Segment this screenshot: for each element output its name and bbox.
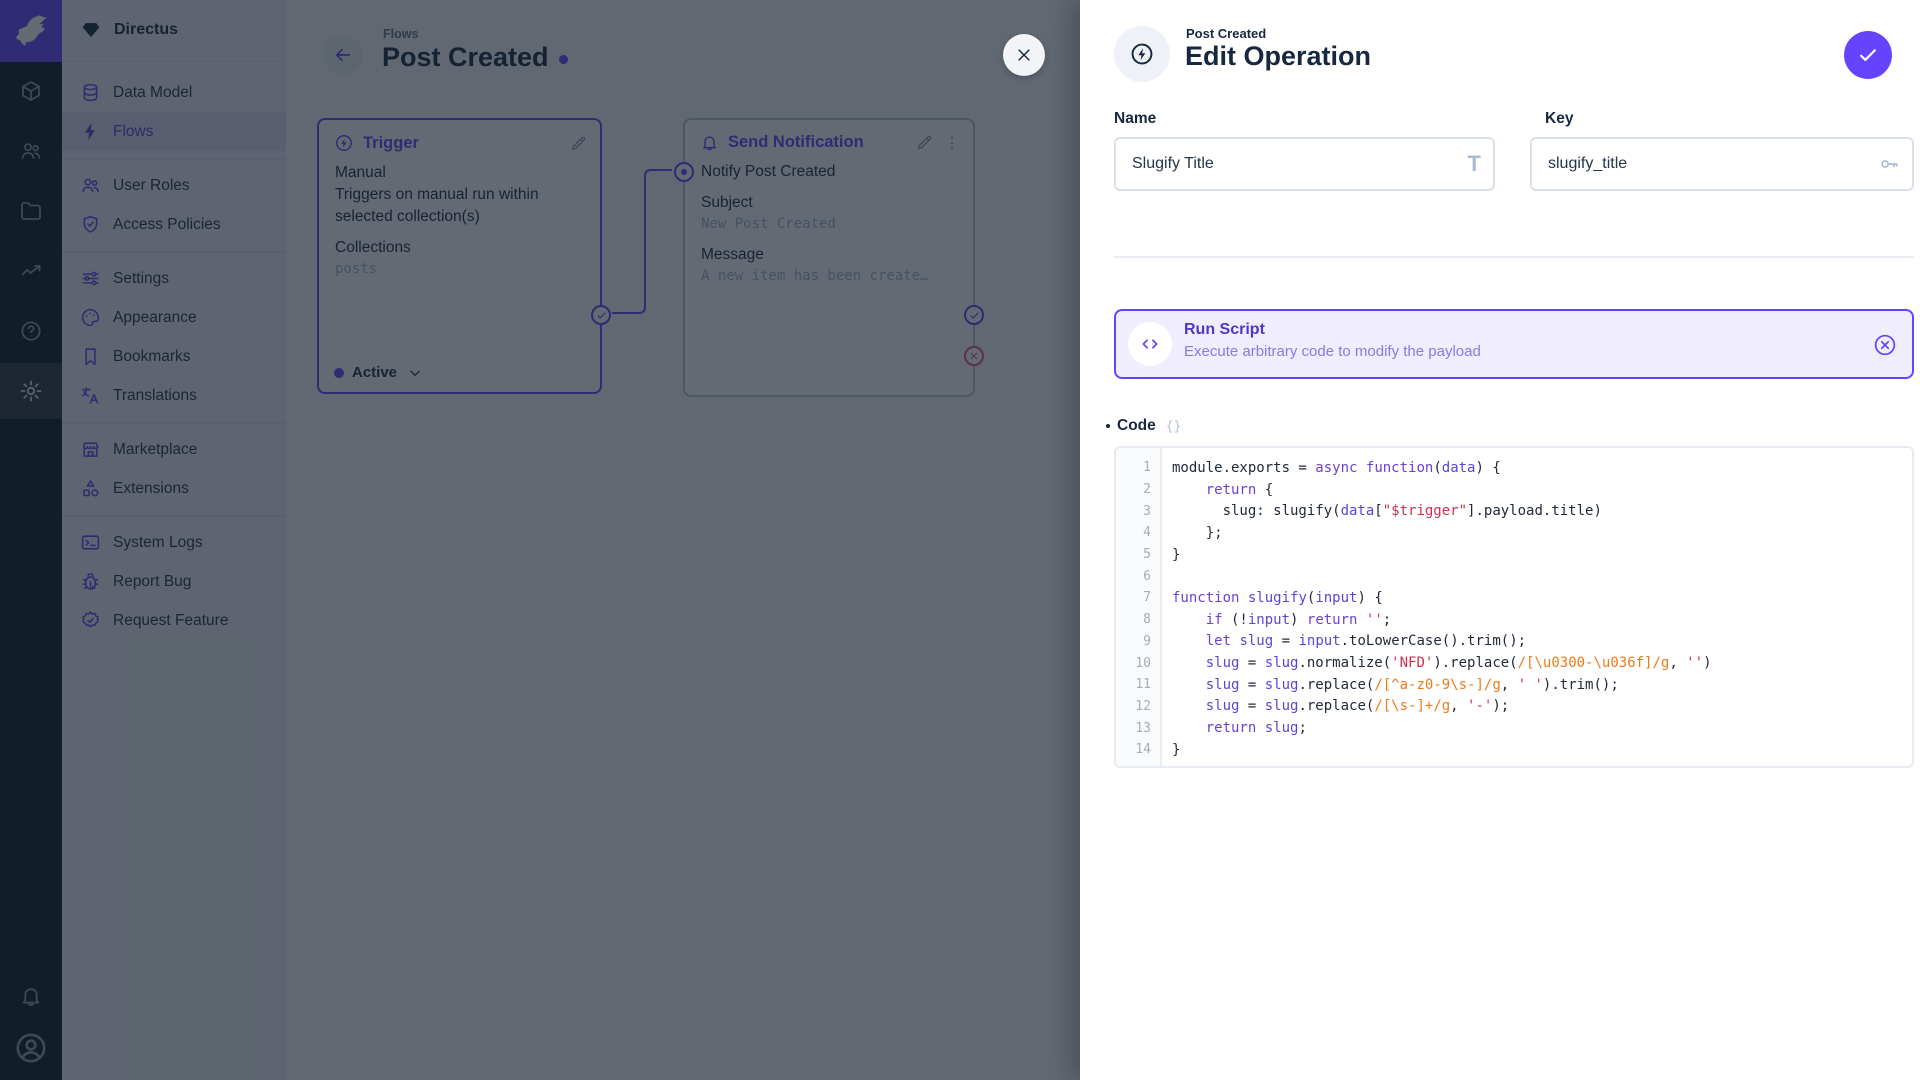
code-line: 1module.exports = async function(data) {: [1116, 457, 1912, 479]
code-line: 10 slug = slug.normalize('NFD').replace(…: [1116, 652, 1912, 674]
close-drawer-button[interactable]: [1003, 34, 1045, 76]
code-line: 4 };: [1116, 522, 1912, 544]
key-label: Key: [1545, 110, 1573, 128]
code-editor[interactable]: 1module.exports = async function(data) {…: [1114, 446, 1914, 768]
line-number: 11: [1116, 677, 1160, 692]
code-line: 3 slug: slugify(data["$trigger"].payload…: [1116, 500, 1912, 522]
code-line: 12 slug = slug.replace(/[\s-]+/g, '-');: [1116, 696, 1912, 718]
edit-operation-drawer: Post Created Edit Operation Name T Key R…: [1080, 0, 1920, 1080]
code-icon: [1128, 322, 1172, 366]
code-line-text: slug = slug.replace(/[\s-]+/g, '-');: [1160, 698, 1509, 714]
code-line-text: return slug;: [1160, 720, 1307, 736]
code-field-header: Code: [1106, 417, 1182, 435]
x-circle-icon: [1872, 332, 1898, 358]
deselect-operation-button[interactable]: [1872, 332, 1898, 358]
code-line: 14}: [1116, 739, 1912, 761]
drawer-overlay[interactable]: [0, 0, 1080, 1080]
operation-type-icon-button[interactable]: [1114, 26, 1170, 82]
title-formatter-icon: T: [1468, 137, 1481, 191]
code-line: 11 slug = slug.replace(/[^a-z0-9\s-]/g, …: [1116, 674, 1912, 696]
key-icon: [1878, 137, 1900, 191]
code-line-text: module.exports = async function(data) {: [1160, 460, 1501, 476]
line-number: 9: [1116, 634, 1160, 649]
key-input[interactable]: [1530, 137, 1914, 191]
line-number: 7: [1116, 590, 1160, 605]
code-lines: 1module.exports = async function(data) {…: [1116, 448, 1912, 761]
line-number: 12: [1116, 699, 1160, 714]
code-line: 6: [1116, 565, 1912, 587]
code-line-text: if (!input) return '';: [1160, 612, 1391, 628]
bolt-circle-icon: [1129, 41, 1155, 67]
code-line-text: let slug = input.toLowerCase().trim();: [1160, 633, 1526, 649]
close-icon: [1015, 46, 1033, 64]
code-line-text: }: [1160, 742, 1180, 758]
line-number: 14: [1116, 742, 1160, 757]
drawer-title: Edit Operation: [1185, 41, 1371, 72]
code-line-text: };: [1160, 525, 1223, 541]
code-line-text: slug: slugify(data["$trigger"].payload.t…: [1160, 503, 1602, 519]
run-script-banner[interactable]: Run Script Execute arbitrary code to mod…: [1114, 309, 1914, 379]
run-script-subtitle: Execute arbitrary code to modify the pay…: [1184, 343, 1481, 360]
drawer-breadcrumb: Post Created: [1186, 26, 1266, 41]
run-script-title: Run Script: [1184, 321, 1265, 339]
edited-dot: [1106, 424, 1110, 428]
code-line-text: slug = slug.replace(/[^a-z0-9\s-]/g, ' '…: [1160, 677, 1619, 693]
line-number: 8: [1116, 612, 1160, 627]
line-number: 3: [1116, 504, 1160, 519]
check-icon: [1857, 44, 1879, 66]
line-number: 10: [1116, 656, 1160, 671]
code-line: 13 return slug;: [1116, 717, 1912, 739]
line-number: 13: [1116, 721, 1160, 736]
name-label: Name: [1114, 110, 1156, 128]
line-number: 5: [1116, 547, 1160, 562]
code-label: Code: [1117, 417, 1156, 435]
line-number: 1: [1116, 460, 1160, 475]
save-button[interactable]: [1844, 31, 1892, 79]
name-input[interactable]: [1114, 137, 1495, 191]
braces-icon: [1165, 418, 1182, 435]
code-line-text: return {: [1160, 482, 1273, 498]
code-line-text: function slugify(input) {: [1160, 590, 1383, 606]
code-line: 2 return {: [1116, 479, 1912, 501]
code-line: 9 let slug = input.toLowerCase().trim();: [1116, 631, 1912, 653]
code-line: 7function slugify(input) {: [1116, 587, 1912, 609]
code-line-text: }: [1160, 547, 1180, 563]
divider: [1114, 256, 1914, 258]
code-line: 5}: [1116, 544, 1912, 566]
line-number: 2: [1116, 482, 1160, 497]
code-line: 8 if (!input) return '';: [1116, 609, 1912, 631]
line-number: 6: [1116, 569, 1160, 584]
line-number: 4: [1116, 525, 1160, 540]
code-line-text: slug = slug.normalize('NFD').replace(/[\…: [1160, 655, 1712, 671]
